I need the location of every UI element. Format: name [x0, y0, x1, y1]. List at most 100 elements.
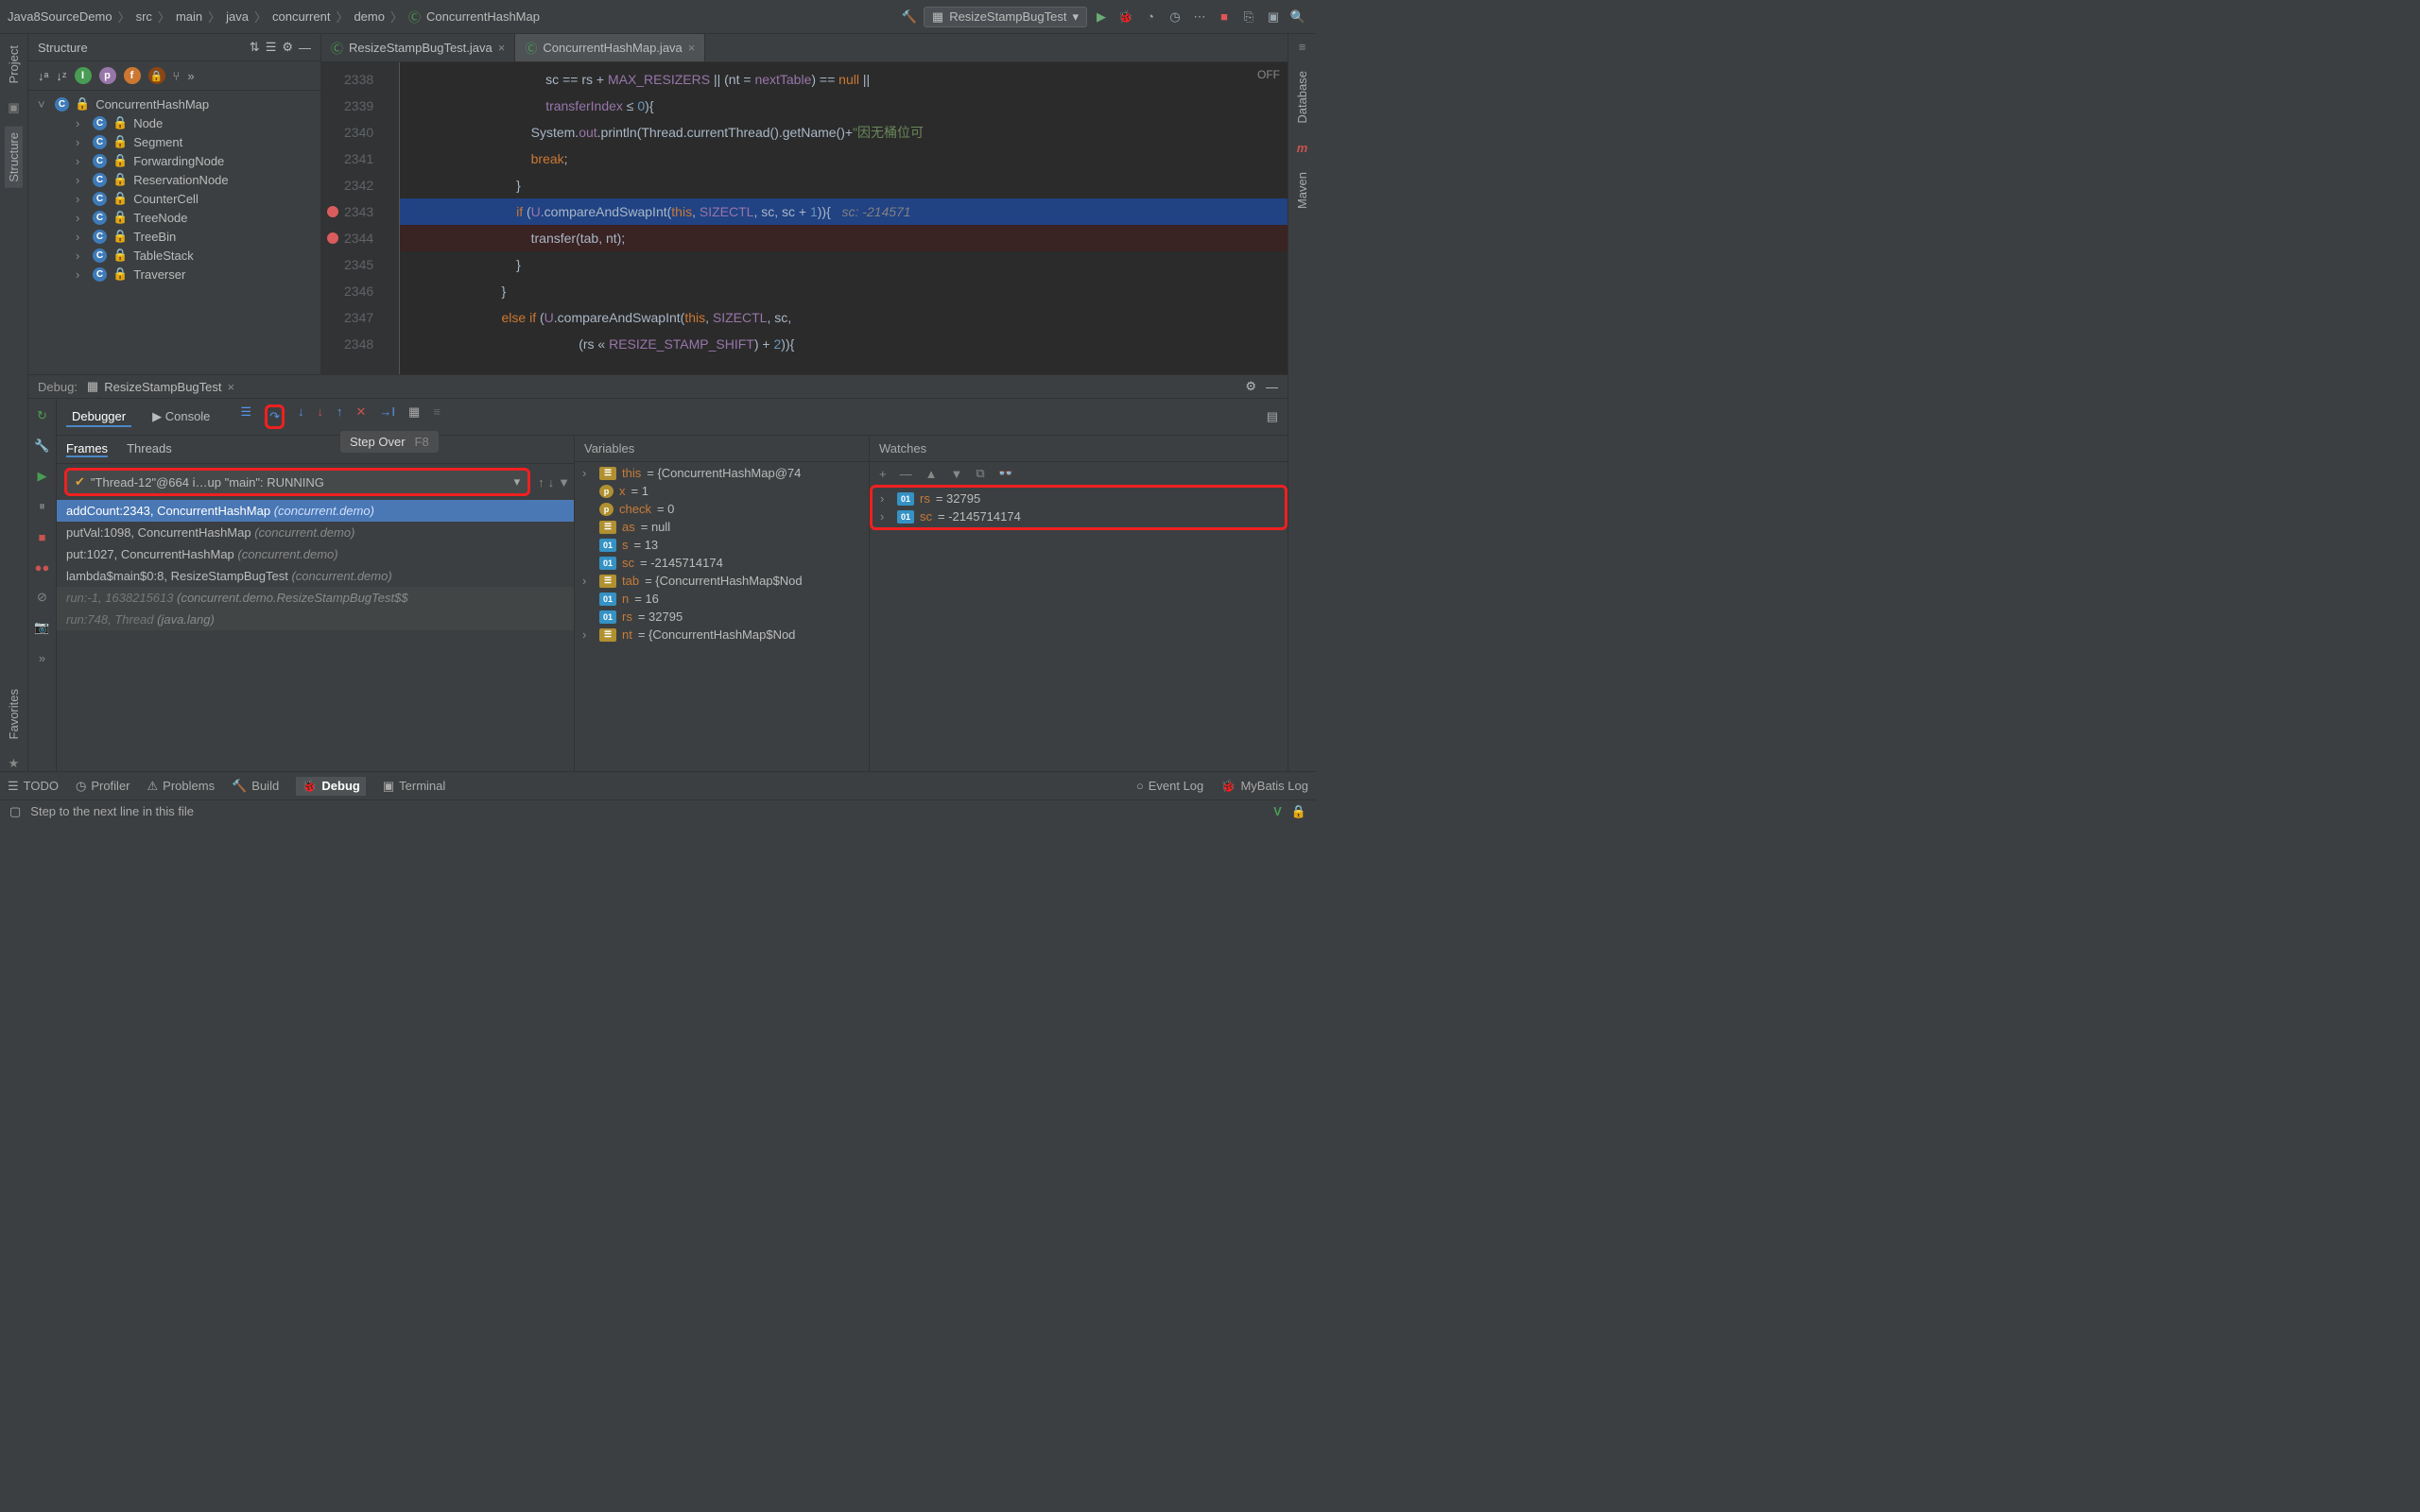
mute-breakpoints-icon[interactable]: ⊘	[33, 588, 52, 607]
frames-tab[interactable]: Frames	[66, 441, 108, 457]
play-icon[interactable]: ▶	[1091, 7, 1112, 27]
tab-structure[interactable]: Structure	[5, 127, 23, 188]
tree-node[interactable]: ›C🔒TreeNode	[34, 208, 315, 227]
frame-row[interactable]: lambda$main$0:8, ResizeStampBugTest (con…	[57, 565, 574, 587]
evaluate-icon[interactable]: ▦	[408, 404, 420, 429]
watch-row[interactable]: ›01sc = -2145714174	[876, 507, 1281, 525]
maven-icon[interactable]: m	[1297, 141, 1308, 155]
trace-icon[interactable]: ≡	[433, 404, 441, 429]
problems-tab[interactable]: ⚠ Problems	[147, 779, 216, 794]
hammer-icon[interactable]: 🔨	[899, 7, 920, 27]
stop-icon[interactable]: ■	[1214, 7, 1235, 27]
status-icon[interactable]: ▢	[9, 804, 21, 819]
debug-config[interactable]: ▦ ResizeStampBugTest ×	[87, 379, 234, 394]
database-icon[interactable]: ≡	[1299, 40, 1306, 54]
next-frame-icon[interactable]: ↓	[548, 475, 555, 490]
frames-icon[interactable]: ☰	[240, 404, 251, 429]
stop-icon[interactable]: ■	[33, 527, 52, 546]
inspect-icon[interactable]: ▣	[1263, 7, 1284, 27]
vcs-icon[interactable]: ⎘	[1238, 7, 1259, 27]
filter-interface-icon[interactable]: I	[75, 67, 92, 84]
minimize-icon[interactable]: —	[1266, 380, 1278, 394]
frame-row[interactable]: put:1027, ConcurrentHashMap (concurrent.…	[57, 543, 574, 565]
frame-row[interactable]: run:748, Thread (java.lang)	[57, 609, 574, 630]
force-step-into-icon[interactable]: ↓	[317, 404, 323, 429]
variable-row[interactable]: 01s = 13	[579, 536, 865, 554]
mybatis-log-tab[interactable]: 🐞 MyBatis Log	[1220, 779, 1308, 794]
tab-favorites[interactable]: Favorites	[5, 683, 23, 745]
tree-node[interactable]: ›C🔒Traverser	[34, 265, 315, 284]
console-tab[interactable]: ▶ Console	[147, 407, 216, 426]
sort-alpha2-icon[interactable]: ↓ᶻ	[56, 69, 66, 83]
more-arrows-icon[interactable]: »	[187, 69, 194, 83]
lock-icon[interactable]: 🔒	[148, 67, 165, 84]
variable-row[interactable]: ☰as = null	[579, 518, 865, 536]
filter-icon[interactable]: ☰	[266, 40, 277, 55]
more-icon[interactable]: ⋯	[1189, 7, 1210, 27]
gear-icon[interactable]: ⚙	[1245, 379, 1256, 394]
bc-java[interactable]: java	[226, 9, 249, 24]
todo-tab[interactable]: ☰ TODO	[8, 779, 59, 794]
build-tab[interactable]: 🔨 Build	[232, 779, 279, 794]
tab-resizestamp[interactable]: Ⓒ ResizeStampBugTest.java ×	[321, 34, 515, 61]
sort-alpha-icon[interactable]: ↓ᵃ	[38, 69, 48, 83]
remove-watch-icon[interactable]: —	[900, 467, 912, 481]
variable-row[interactable]: 01rs = 32795	[579, 608, 865, 626]
gutter[interactable]: 2338233923402341234223432344234523462347…	[321, 62, 383, 374]
variable-row[interactable]: ›☰tab = {ConcurrentHashMap$Nod	[579, 572, 865, 590]
coverage-icon[interactable]: ◔	[1140, 7, 1161, 27]
resume-icon[interactable]: ▶	[33, 467, 52, 486]
step-into-icon[interactable]: ↓	[298, 404, 304, 429]
bc-src[interactable]: src	[136, 9, 152, 24]
vcs-status-icon[interactable]: V	[1273, 804, 1282, 818]
profile-icon[interactable]: ◷	[1165, 7, 1185, 27]
sort-icon[interactable]: ⇅	[250, 40, 260, 55]
up-icon[interactable]: ▲	[925, 467, 938, 481]
folder-icon[interactable]: ▣	[8, 100, 19, 115]
variable-row[interactable]: px = 1	[579, 482, 865, 500]
fork-icon[interactable]: ⑂	[173, 69, 181, 83]
tree-node[interactable]: ›C🔒CounterCell	[34, 189, 315, 208]
tab-database[interactable]: Database	[1293, 65, 1311, 129]
bc-pkg1[interactable]: concurrent	[272, 9, 330, 24]
gear-icon[interactable]: ⚙	[282, 40, 293, 55]
bc-class[interactable]: ConcurrentHashMap	[426, 9, 540, 24]
minimize-icon[interactable]: —	[299, 41, 311, 55]
code-body[interactable]: OFF sc == rs + MAX_RESIZERS || (nt = nex…	[400, 62, 1288, 374]
debug-icon[interactable]: 🐞	[1115, 7, 1136, 27]
step-over-button-highlighted[interactable]: ↷	[265, 404, 285, 429]
down-icon[interactable]: ▼	[950, 467, 962, 481]
lock-status-icon[interactable]: 🔒	[1291, 804, 1306, 819]
prev-frame-icon[interactable]: ↑	[538, 475, 544, 490]
threads-tab[interactable]: Threads	[127, 441, 172, 457]
frame-row[interactable]: addCount:2343, ConcurrentHashMap (concur…	[57, 500, 574, 522]
add-watch-icon[interactable]: +	[879, 467, 887, 481]
tab-project[interactable]: Project	[5, 40, 23, 89]
tree-node[interactable]: ›C🔒ForwardingNode	[34, 151, 315, 170]
debug-tab[interactable]: 🐞 Debug	[296, 777, 366, 796]
close-icon[interactable]: ×	[688, 41, 696, 55]
fold-bar[interactable]	[383, 62, 400, 374]
variable-row[interactable]: 01sc = -2145714174	[579, 554, 865, 572]
variable-row[interactable]: ›☰this = {ConcurrentHashMap@74	[579, 464, 865, 482]
breakpoints-icon[interactable]: ●●	[33, 558, 52, 576]
tree-node[interactable]: ›C🔒TreeBin	[34, 227, 315, 246]
frame-row[interactable]: putVal:1098, ConcurrentHashMap (concurre…	[57, 522, 574, 543]
run-config-selector[interactable]: ▦ ResizeStampBugTest ▾	[924, 7, 1087, 27]
watch-row[interactable]: ›01rs = 32795	[876, 490, 1281, 507]
more-icon[interactable]: »	[33, 648, 52, 667]
frame-row[interactable]: run:-1, 1638215613 (concurrent.demo.Resi…	[57, 587, 574, 609]
step-out-icon[interactable]: ↑	[337, 404, 343, 429]
run-to-cursor-icon[interactable]: →I	[379, 404, 395, 429]
copy-icon[interactable]: ⧉	[976, 466, 984, 481]
search-icon[interactable]: 🔍	[1288, 7, 1308, 27]
variable-row[interactable]: pcheck = 0	[579, 500, 865, 518]
pause-icon[interactable]: ⏸	[33, 497, 52, 516]
tree-root[interactable]: ˅C🔒 ConcurrentHashMap	[34, 94, 315, 113]
code-editor[interactable]: 2338233923402341234223432344234523462347…	[321, 62, 1288, 374]
glasses-icon[interactable]: 👓	[998, 466, 1013, 481]
terminal-tab[interactable]: ▣ Terminal	[383, 779, 445, 794]
event-log-tab[interactable]: ○ Event Log	[1136, 779, 1203, 793]
thread-selector-highlighted[interactable]: ✔ "Thread-12"@664 i…up "main": RUNNING ▾	[64, 468, 530, 496]
debugger-tab[interactable]: Debugger	[66, 407, 131, 427]
